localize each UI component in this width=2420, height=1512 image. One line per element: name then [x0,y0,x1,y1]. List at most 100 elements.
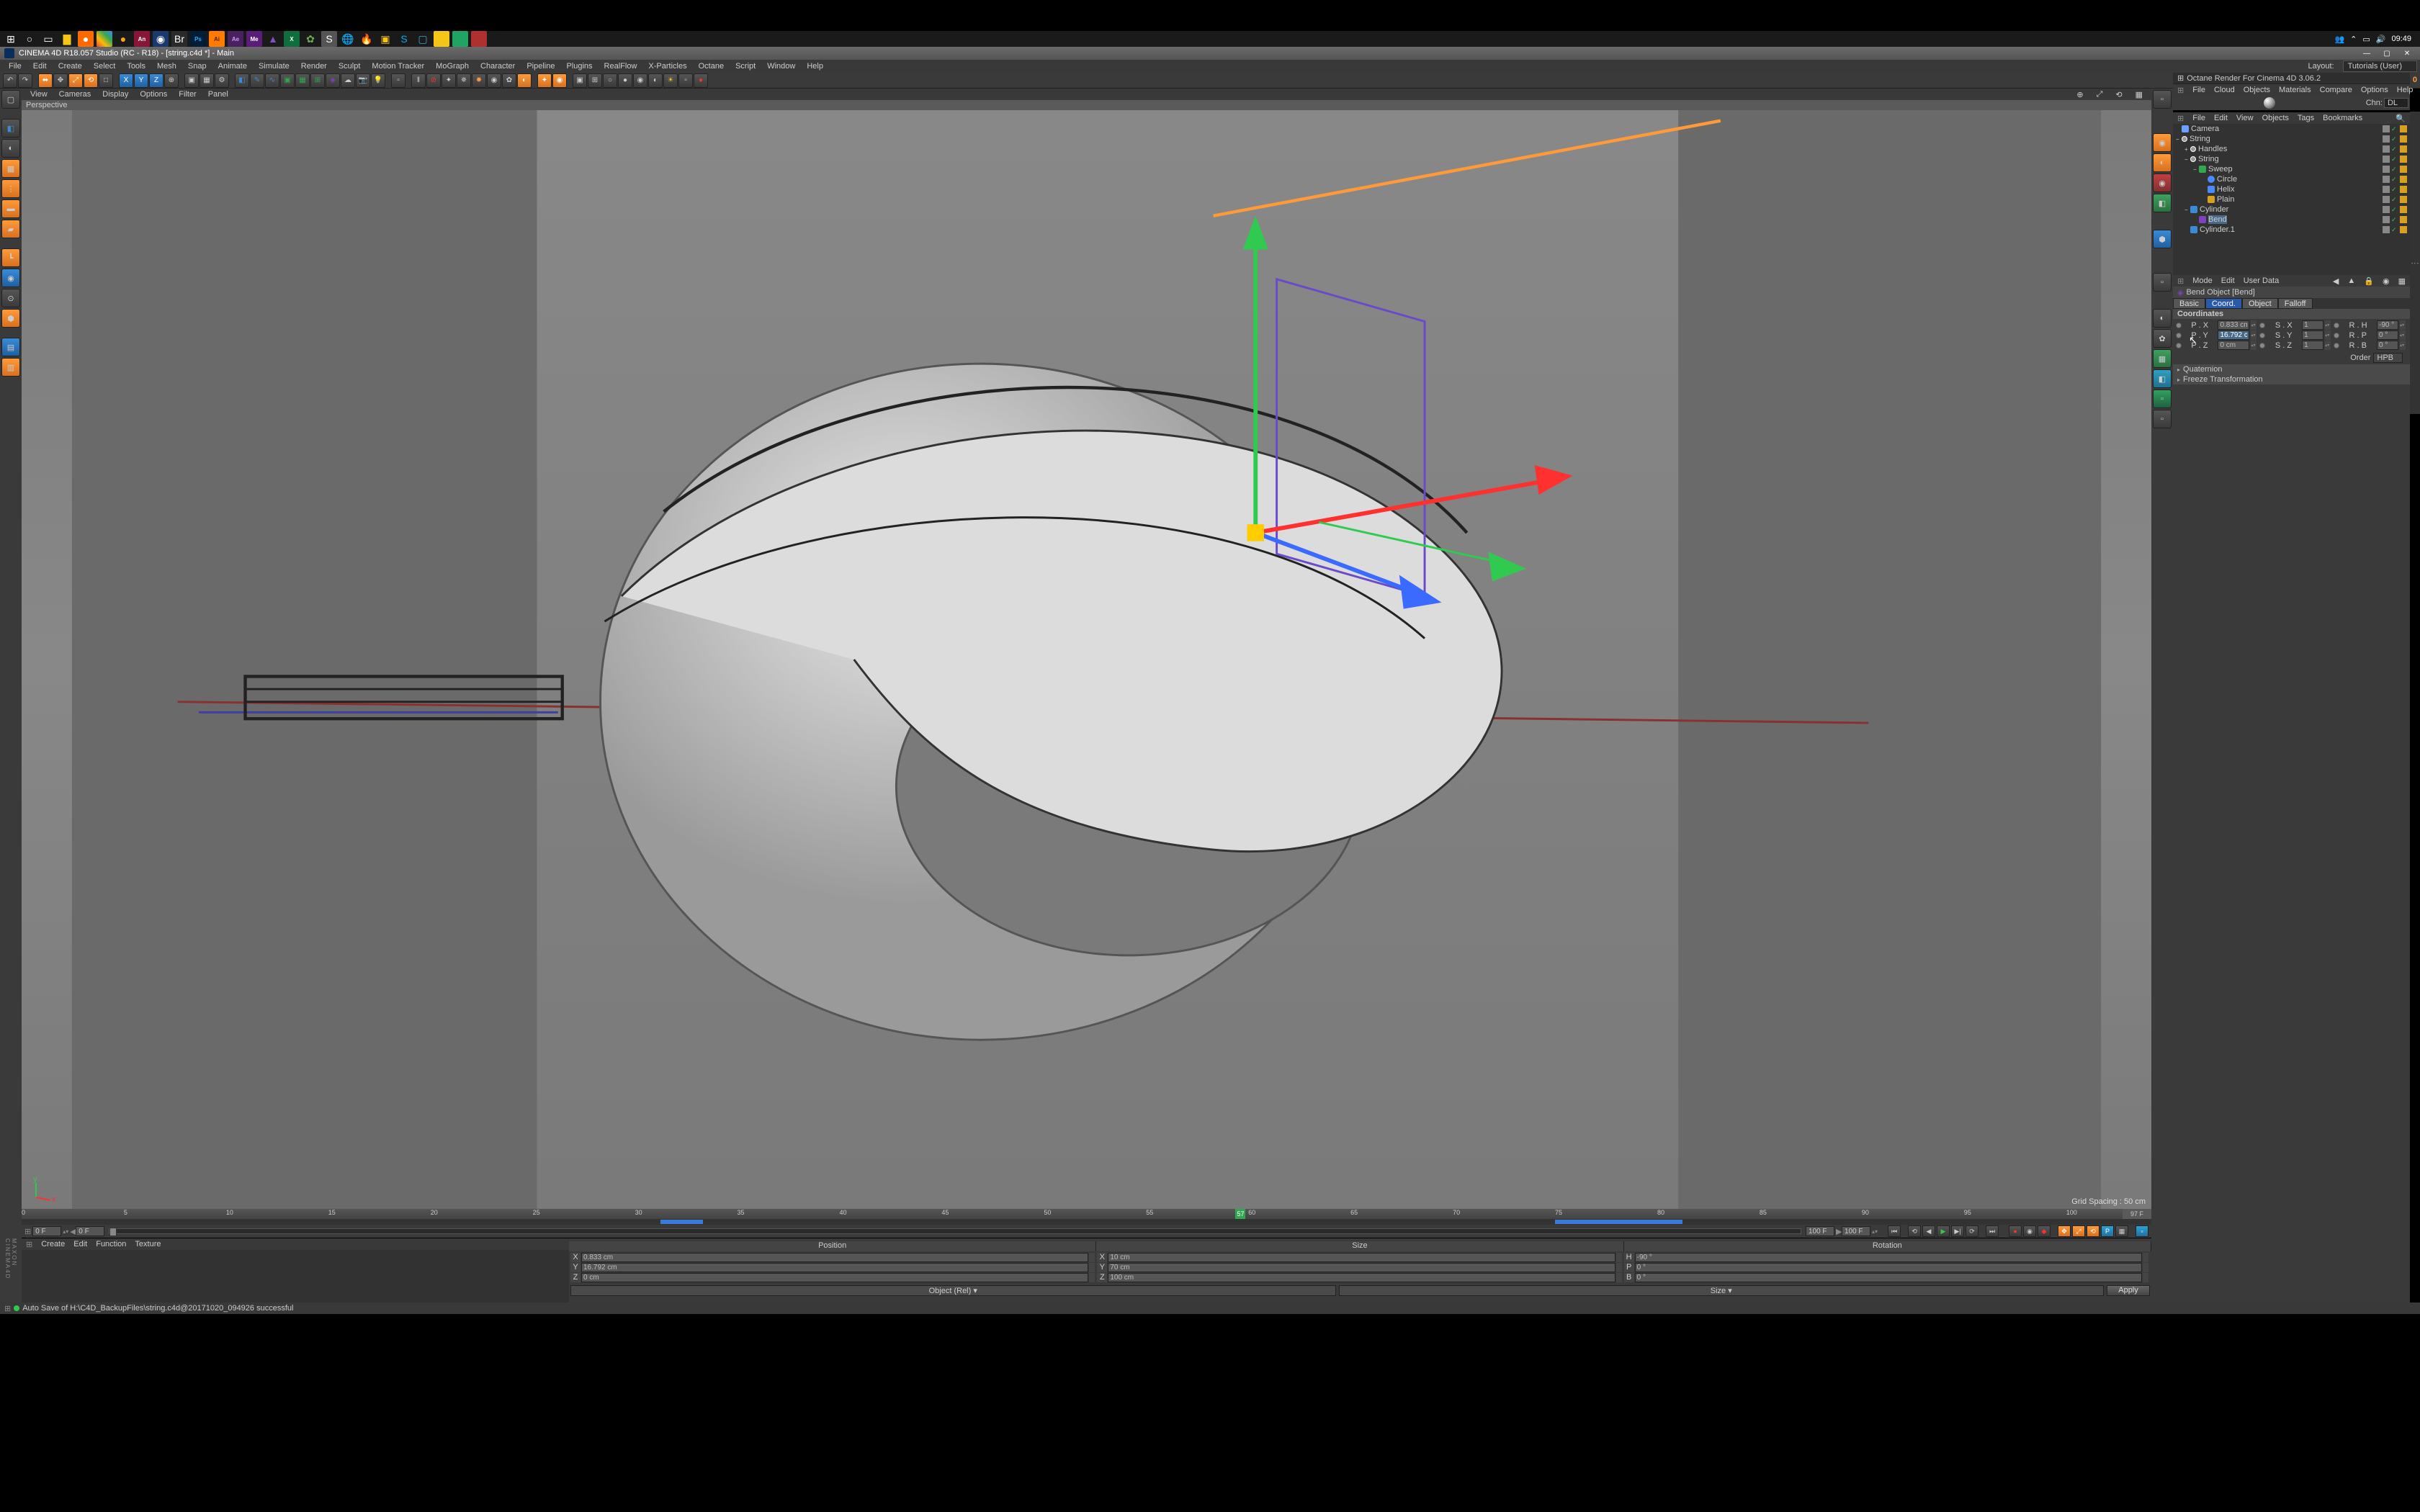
material-manager[interactable] [22,1250,569,1302]
objmgr-menu-edit[interactable]: Edit [2210,114,2232,122]
octane-5[interactable]: ◉ [633,73,647,88]
matmgr-menu-texture[interactable]: Texture [130,1240,165,1248]
pz-field[interactable] [2218,341,2249,350]
coord-apply-button[interactable]: Apply [2107,1285,2150,1296]
rtool-4[interactable]: ◧ [2153,194,2172,212]
object-row-bend[interactable]: Bend✓ [2173,215,2410,225]
goto-end-button[interactable]: ⏭ [1986,1225,1999,1237]
octane-menu-help[interactable]: Help [2393,86,2418,94]
menu-snap[interactable]: Snap [182,62,212,71]
sz-anim-dot[interactable] [2259,343,2265,348]
chn-select[interactable]: DL [2384,98,2408,108]
coord-system-button[interactable]: ⊕ [164,73,179,88]
menu-mesh[interactable]: Mesh [151,62,182,71]
redo-button[interactable]: ↷ [18,73,32,88]
visibility-toggle-icon[interactable]: ✓ [2391,145,2398,153]
rtool-content-browser[interactable]: ▦ [2153,349,2172,368]
menu-xparticles[interactable]: X-Particles [642,62,692,71]
layer-tag-icon[interactable] [2383,135,2390,143]
tree-expander[interactable]: − [2193,166,2199,173]
spline-pen[interactable]: ✎ [250,73,264,88]
octane-menu-cloud[interactable]: Cloud [2210,86,2239,94]
cinema4d-taskbar-icon[interactable]: ◉ [153,31,169,47]
rp-anim-dot[interactable] [2334,333,2339,338]
sy-spinner[interactable]: ▴▾ [2325,330,2331,340]
rtool-10[interactable]: ▫ [2153,410,2172,428]
rp-spinner[interactable]: ▴▾ [2400,330,2406,340]
vp-menu-display[interactable]: Display [97,90,134,99]
menu-script[interactable]: Script [730,62,761,71]
order-select[interactable]: HPB [2373,353,2403,363]
play-button[interactable]: ▶ [1937,1225,1950,1237]
cube-primitive[interactable]: ◧ [235,73,249,88]
light-button[interactable]: 💡 [371,73,385,88]
tree-expander[interactable]: − [2184,207,2190,213]
object-row-plain[interactable]: Plain✓ [2173,194,2410,204]
coord-pos-y-field[interactable] [581,1263,1088,1272]
layer-tag-icon[interactable] [2383,216,2390,223]
hair-2[interactable]: ⊘ [426,73,441,88]
attrmgr-nav-up-icon[interactable]: ▲ [2343,276,2360,285]
visibility-toggle-icon[interactable]: ✓ [2391,176,2398,183]
attrmgr-lock-icon[interactable]: 🔒 [2360,276,2378,286]
py-anim-dot[interactable] [2176,333,2182,338]
tool-misc-1[interactable]: ▫ [391,73,405,88]
matmgr-menu-function[interactable]: Function [91,1240,130,1248]
objmgr-menu-file[interactable]: File [2188,114,2210,122]
firefox-icon[interactable]: ● [78,31,94,47]
hair-4[interactable]: ✵ [457,73,471,88]
octane-6[interactable]: ◐ [648,73,663,88]
coord-size-z-field[interactable] [1108,1273,1615,1282]
sz-field[interactable] [2302,341,2323,350]
sx-anim-dot[interactable] [2259,323,2265,328]
layer-tag-icon[interactable] [2383,196,2390,203]
rtool-5[interactable]: ⬢ [2153,230,2172,248]
pb-misc-button[interactable]: ▫ [2136,1225,2148,1237]
menu-tools[interactable]: Tools [121,62,151,71]
cortana-icon[interactable]: ○ [22,31,37,47]
octane-1[interactable]: ▣ [573,73,587,88]
windows-start-icon[interactable]: ⊞ [3,31,19,47]
attrmgr-menu-userdata[interactable]: User Data [2239,276,2284,285]
app-icon-triangle[interactable]: ▲ [265,31,281,47]
objmgr-menu-bookmarks[interactable]: Bookmarks [2318,114,2367,122]
rh-field[interactable] [2377,320,2398,330]
after-effects-icon[interactable]: Ae [228,31,243,47]
octane-menu-file[interactable]: File [2188,86,2210,94]
octane-2[interactable]: ⊞ [588,73,602,88]
spline-primitive[interactable]: ∿ [265,73,279,88]
range-end-spinner[interactable]: ▴▾ [1872,1228,1878,1235]
z-axis-lock[interactable]: Z [149,73,163,88]
photoshop-icon[interactable]: Ps [190,31,206,47]
app-icon-fire[interactable]: 🔥 [359,31,375,47]
coord-size-y-field[interactable] [1108,1263,1615,1272]
coord-mode-select[interactable]: Object (Rel) ▾ [570,1285,1336,1296]
vp-nav-1-icon[interactable]: ⊕ [2071,90,2089,99]
visibility-toggle-icon[interactable]: ✓ [2391,196,2398,203]
range-start-field[interactable]: 0 F [32,1226,61,1236]
generator-button[interactable]: ▣ [280,73,295,88]
volume-icon[interactable]: 🔊 [2376,35,2386,44]
app-icon-misc1[interactable]: ▣ [377,31,393,47]
pb-pla-button[interactable]: ▦ [2115,1225,2128,1237]
range-start-spinner[interactable]: ▴▾ [63,1228,68,1235]
deformer-button[interactable]: ◈ [326,73,340,88]
app-icon-globe[interactable]: 🌐 [340,31,356,47]
rtool-3[interactable]: ◉ [2153,174,2172,192]
attrmgr-nav-back-icon[interactable]: ◀ [2329,276,2343,286]
pz-spinner[interactable]: ▴▾ [2251,341,2257,350]
tag-icon[interactable] [2400,216,2407,223]
psr-zero[interactable]: 0 [2413,76,2417,84]
tool-extra-2[interactable]: ▥ [1,358,20,377]
xparticles-1[interactable]: ✦ [537,73,552,88]
vp-menu-view[interactable]: View [24,90,53,99]
octane-preview-sphere[interactable] [2264,97,2275,109]
menu-realflow[interactable]: RealFlow [599,62,643,71]
tool-last[interactable]: □ [99,73,113,88]
edge-mode[interactable]: ▬ [1,199,20,218]
range-out-field[interactable]: 100 F [1806,1226,1834,1236]
next-key-button[interactable]: ⟳ [1966,1225,1978,1237]
tool-misc-2[interactable]: ◉ [487,73,501,88]
render-view-button[interactable]: ▣ [184,73,199,88]
render-pv-button[interactable]: ▦ [200,73,214,88]
